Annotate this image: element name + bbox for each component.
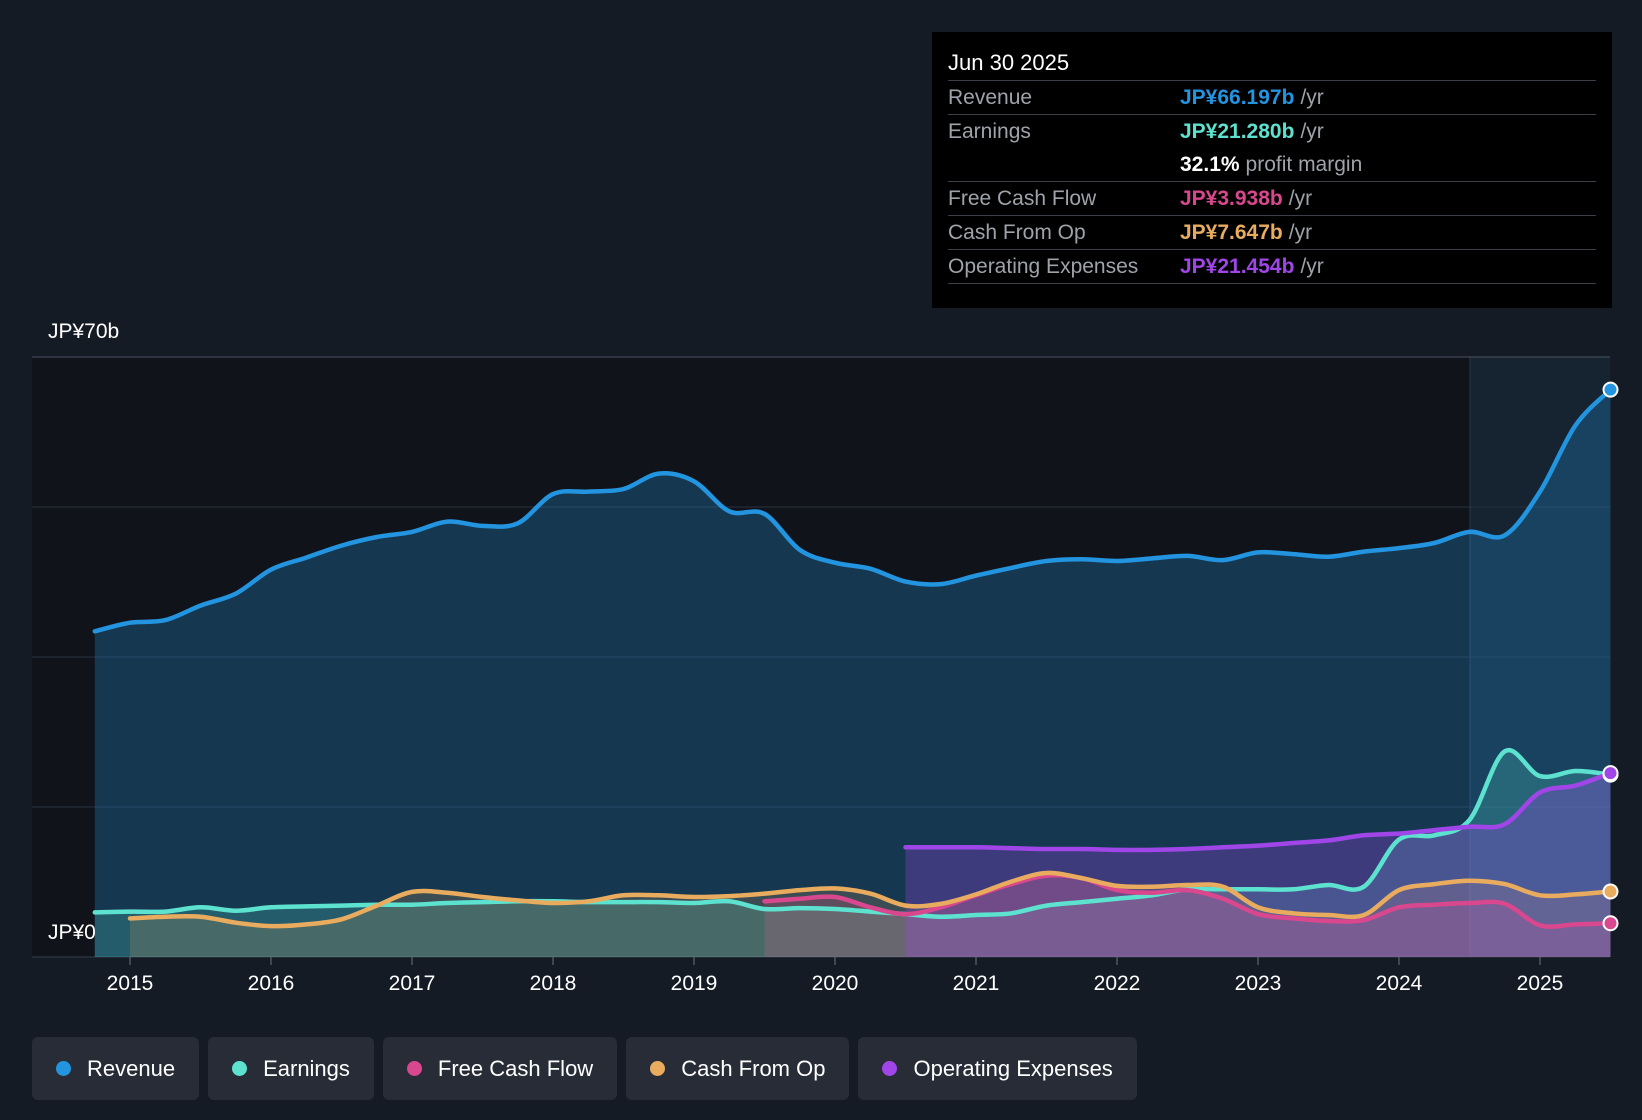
tooltip-date: Jun 30 2025 bbox=[948, 46, 1596, 81]
legend-label: Operating Expenses bbox=[913, 1055, 1113, 1081]
legend-item-earnings[interactable]: Earnings bbox=[208, 1037, 374, 1100]
cash-from-op-end-point bbox=[1602, 883, 1619, 900]
tooltip-row-fcf: Free Cash Flow JP¥3.938b /yr bbox=[948, 182, 1596, 216]
tooltip-value: JP¥21.454b bbox=[1180, 255, 1295, 278]
tooltip-value: JP¥21.280b bbox=[1180, 120, 1295, 143]
x-tick-label: 2021 bbox=[953, 972, 1000, 995]
legend-label: Earnings bbox=[263, 1055, 350, 1081]
x-tick-label: 2023 bbox=[1235, 972, 1282, 995]
legend-item-operating-expenses[interactable]: Operating Expenses bbox=[858, 1037, 1137, 1100]
free-cash-flow-end-point bbox=[1602, 915, 1619, 932]
legend-dot-icon bbox=[650, 1061, 666, 1076]
tooltip-unit: /yr bbox=[1288, 187, 1313, 210]
legend-dot-icon bbox=[882, 1061, 898, 1076]
tooltip-row-revenue: Revenue JP¥66.197b /yr bbox=[948, 81, 1596, 115]
tooltip-label: Free Cash Flow bbox=[948, 187, 1097, 210]
tooltip-label: Cash From Op bbox=[948, 221, 1086, 244]
tooltip-label: Revenue bbox=[948, 86, 1033, 109]
legend-dot-icon bbox=[406, 1061, 422, 1076]
legend-dot-icon bbox=[232, 1061, 248, 1076]
x-axis: 2015 2016 2017 2018 2019 2020 2021 2022 2023 2024… bbox=[107, 957, 1564, 995]
x-tick-label: 2016 bbox=[248, 972, 295, 995]
tooltip-panel: Jun 30 2025 Revenue JP¥66.197b /yr Earni… bbox=[932, 32, 1612, 308]
x-tick-label: 2024 bbox=[1376, 972, 1423, 995]
legend-item-revenue[interactable]: Revenue bbox=[32, 1037, 200, 1100]
operating-expenses-end-point bbox=[1602, 765, 1619, 782]
tooltip-row-earnings: Earnings JP¥21.280b /yr bbox=[948, 115, 1596, 148]
tooltip-value: JP¥3.938b bbox=[1180, 187, 1283, 210]
x-tick-label: 2015 bbox=[107, 972, 154, 995]
tooltip-unit: /yr bbox=[1288, 221, 1313, 244]
y-axis-bottom-label: JP¥0 bbox=[48, 921, 96, 944]
x-tick-label: 2018 bbox=[530, 972, 577, 995]
tooltip-unit: profit margin bbox=[1245, 153, 1363, 176]
tooltip-label: Earnings bbox=[948, 120, 1031, 143]
legend-label: Revenue bbox=[87, 1055, 176, 1081]
legend-dot-icon bbox=[56, 1061, 71, 1076]
tooltip-value: JP¥66.197b bbox=[1180, 86, 1295, 109]
legend-item-cash-from-op[interactable]: Cash From Op bbox=[626, 1037, 850, 1100]
tooltip-value: 32.1% bbox=[1180, 153, 1240, 176]
x-tick-label: 2017 bbox=[389, 972, 436, 995]
y-axis-top-label: JP¥70b bbox=[48, 320, 120, 343]
tooltip-row-cfo: Cash From Op JP¥7.647b /yr bbox=[948, 216, 1596, 250]
tooltip-unit: /yr bbox=[1300, 255, 1324, 278]
x-tick-label: 2020 bbox=[812, 972, 859, 995]
tooltip-row-margin: 32.1% profit margin bbox=[948, 148, 1596, 182]
tooltip-value: JP¥7.647b bbox=[1180, 221, 1283, 244]
tooltip-label bbox=[948, 148, 1180, 181]
legend: Revenue Earnings Free Cash Flow Cash Fro… bbox=[32, 1037, 1137, 1100]
legend-item-free-cash-flow[interactable]: Free Cash Flow bbox=[382, 1037, 618, 1100]
tooltip-unit: /yr bbox=[1300, 86, 1324, 109]
legend-label: Cash From Op bbox=[681, 1055, 826, 1081]
tooltip-label: Operating Expenses bbox=[948, 255, 1139, 278]
x-tick-label: 2019 bbox=[671, 972, 718, 995]
x-tick-label: 2022 bbox=[1094, 972, 1141, 995]
tooltip-unit: /yr bbox=[1300, 120, 1324, 143]
revenue-end-point bbox=[1602, 381, 1619, 398]
tooltip-row-opex: Operating Expenses JP¥21.454b /yr bbox=[948, 250, 1596, 284]
legend-label: Free Cash Flow bbox=[437, 1055, 594, 1081]
x-tick-label: 2025 bbox=[1517, 972, 1564, 995]
